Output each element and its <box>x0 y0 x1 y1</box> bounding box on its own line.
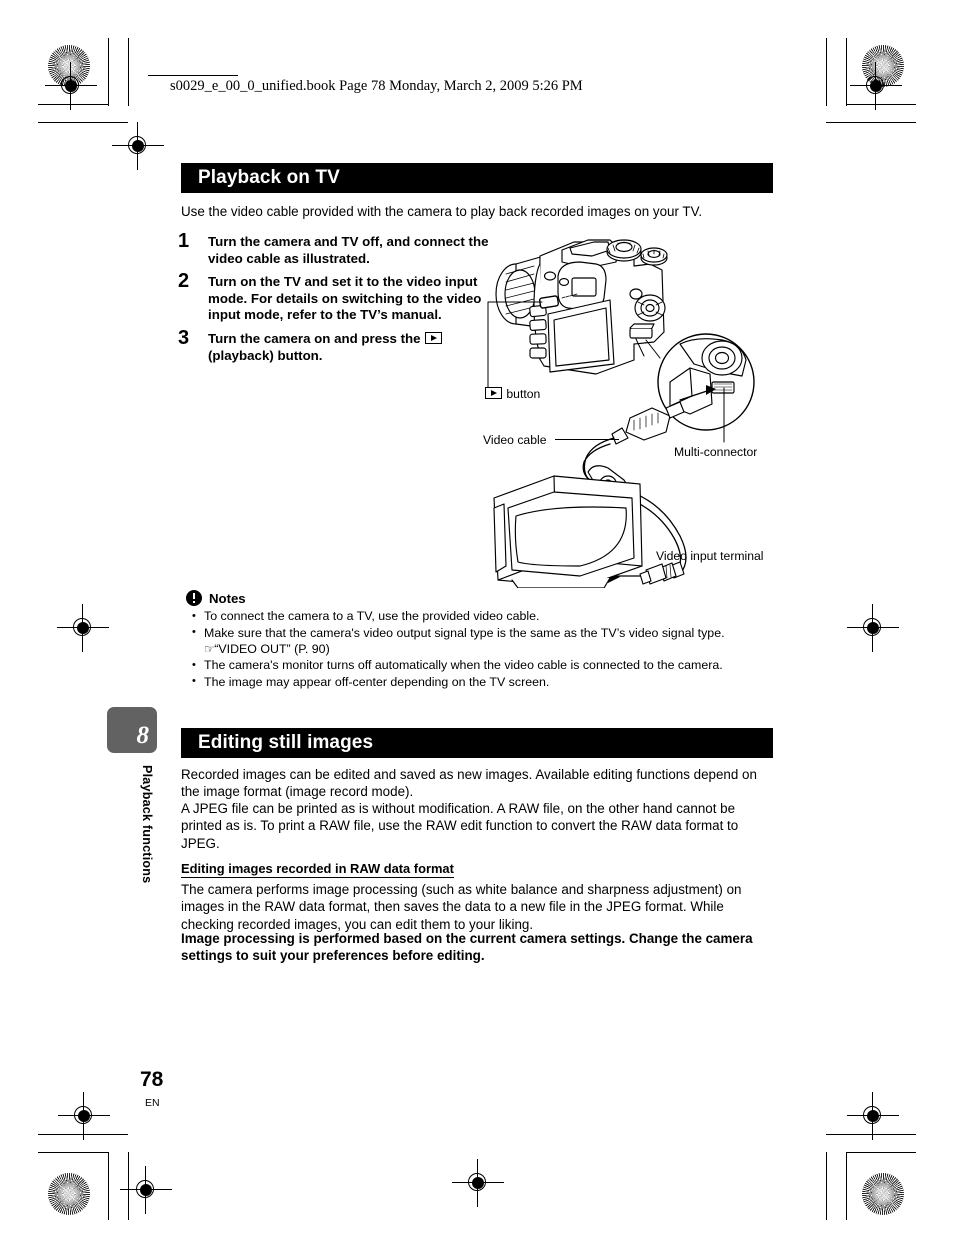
video-cable-leader-line <box>555 439 619 441</box>
notes-title: Notes <box>209 590 246 606</box>
section-title-playback-on-tv: Playback on TV <box>198 167 340 188</box>
crop-mark <box>846 104 916 106</box>
editing-raw-subheading: Editing images recorded in RAW data form… <box>181 861 454 878</box>
print-file-header: s0029_e_00_0_unified.book Page 78 Monday… <box>170 78 583 94</box>
crop-mark <box>826 38 828 106</box>
step-item: 3 Turn the camera on and press the (play… <box>178 326 490 364</box>
playback-button-icon <box>485 387 502 399</box>
rca-plug <box>639 561 685 585</box>
crop-mark <box>108 38 110 106</box>
registration-mark-top-right <box>850 62 902 110</box>
editing-paragraph-4: Image processing is performed based on t… <box>181 931 753 964</box>
step-text-before-icon: Turn the camera on and press the <box>208 330 425 346</box>
registration-mark-top-center <box>112 122 164 170</box>
rosette-target-bottom-left <box>48 1173 90 1215</box>
note-item: The camera's monitor turns off automatic… <box>186 657 776 673</box>
step-item: 2 Turn on the TV and set it to the video… <box>178 270 490 324</box>
step-text: Turn on the TV and set it to the video i… <box>208 274 482 323</box>
page-number: 78 <box>140 1068 164 1091</box>
crop-mark <box>38 104 108 106</box>
play-button-label-group: button <box>484 387 540 401</box>
section-bar-editing-still-images: Editing still images <box>181 728 773 758</box>
camera-drawing <box>495 239 668 375</box>
crop-mark <box>826 1134 916 1136</box>
television-drawing <box>493 475 643 588</box>
crop-mark <box>108 1152 110 1220</box>
chapter-tab: 8 <box>107 707 157 753</box>
illustration-svg <box>487 239 755 588</box>
crop-mark <box>128 38 130 106</box>
note-item: To connect the camera to a TV, use the p… <box>186 608 776 624</box>
header-rule <box>148 75 238 77</box>
crop-mark <box>846 38 848 106</box>
registration-mark-bottom-center <box>452 1159 504 1207</box>
manual-page: s0029_e_00_0_unified.book Page 78 Monday… <box>0 0 954 1258</box>
registration-mark-bottom-left <box>58 1092 110 1140</box>
step-text: Turn the camera and TV off, and connect … <box>208 234 489 266</box>
multi-connector-label: Multi-connector <box>674 445 758 459</box>
pointing-hand-icon: ☞ <box>204 641 215 656</box>
editing-paragraph-3: The camera performs image processing (su… <box>181 882 742 932</box>
notes-header: Notes <box>186 590 776 606</box>
note-item: Make sure that the camera's video output… <box>186 624 776 657</box>
editing-paragraph-2: A JPEG file can be printed as is without… <box>181 801 739 851</box>
page-language: EN <box>145 1097 160 1109</box>
playback-button-icon <box>425 331 443 344</box>
chapter-label: Playback functions <box>140 765 154 884</box>
crop-mark <box>846 1152 848 1220</box>
step-text: Turn the camera on and press the (playba… <box>208 329 490 364</box>
video-cable-label: Video cable <box>483 433 547 447</box>
crop-mark <box>846 1152 916 1154</box>
chapter-number: 8 <box>136 722 150 749</box>
warning-icon <box>186 590 202 606</box>
registration-mark-right-middle <box>847 604 899 652</box>
note-reference: “VIDEO OUT” (P. 90) <box>214 641 330 656</box>
playback-steps-list: 1 Turn the camera and TV off, and connec… <box>178 230 490 369</box>
note-text: Make sure that the camera's video output… <box>204 625 725 640</box>
registration-mark-bottom-right <box>847 1092 899 1140</box>
note-item: The image may appear off-center dependin… <box>186 673 776 690</box>
step-number: 2 <box>178 270 190 293</box>
registration-mark-lower-left-inner <box>120 1166 172 1214</box>
video-input-terminal-label: Video input terminal <box>656 549 764 563</box>
registration-mark-left-middle <box>57 604 109 652</box>
section-title-editing-still-images: Editing still images <box>198 732 374 753</box>
step-number: 3 <box>178 326 190 349</box>
crop-mark <box>38 122 128 124</box>
rosette-target-bottom-right <box>862 1173 904 1215</box>
section-bar-playback-on-tv: Playback on TV <box>181 163 773 193</box>
editing-paragraph-1: Recorded images can be edited and saved … <box>181 767 757 800</box>
crop-mark <box>826 122 916 124</box>
registration-mark-top-left <box>45 62 97 110</box>
crop-mark <box>826 1152 828 1220</box>
connector-closeup <box>657 333 755 443</box>
crop-mark <box>38 1152 108 1154</box>
step-number: 1 <box>178 230 190 252</box>
step-text-after-icon: (playback) button. <box>208 347 323 363</box>
step-item: 1 Turn the camera and TV off, and connec… <box>178 230 490 267</box>
play-button-label: button <box>506 387 541 401</box>
notes-block: Notes To connect the camera to a TV, use… <box>186 590 776 690</box>
tv-connection-illustration: button Video cable Multi-connector Video… <box>483 236 784 588</box>
playback-intro-text: Use the video cable provided with the ca… <box>181 204 703 219</box>
notes-list: To connect the camera to a TV, use the p… <box>186 608 776 690</box>
